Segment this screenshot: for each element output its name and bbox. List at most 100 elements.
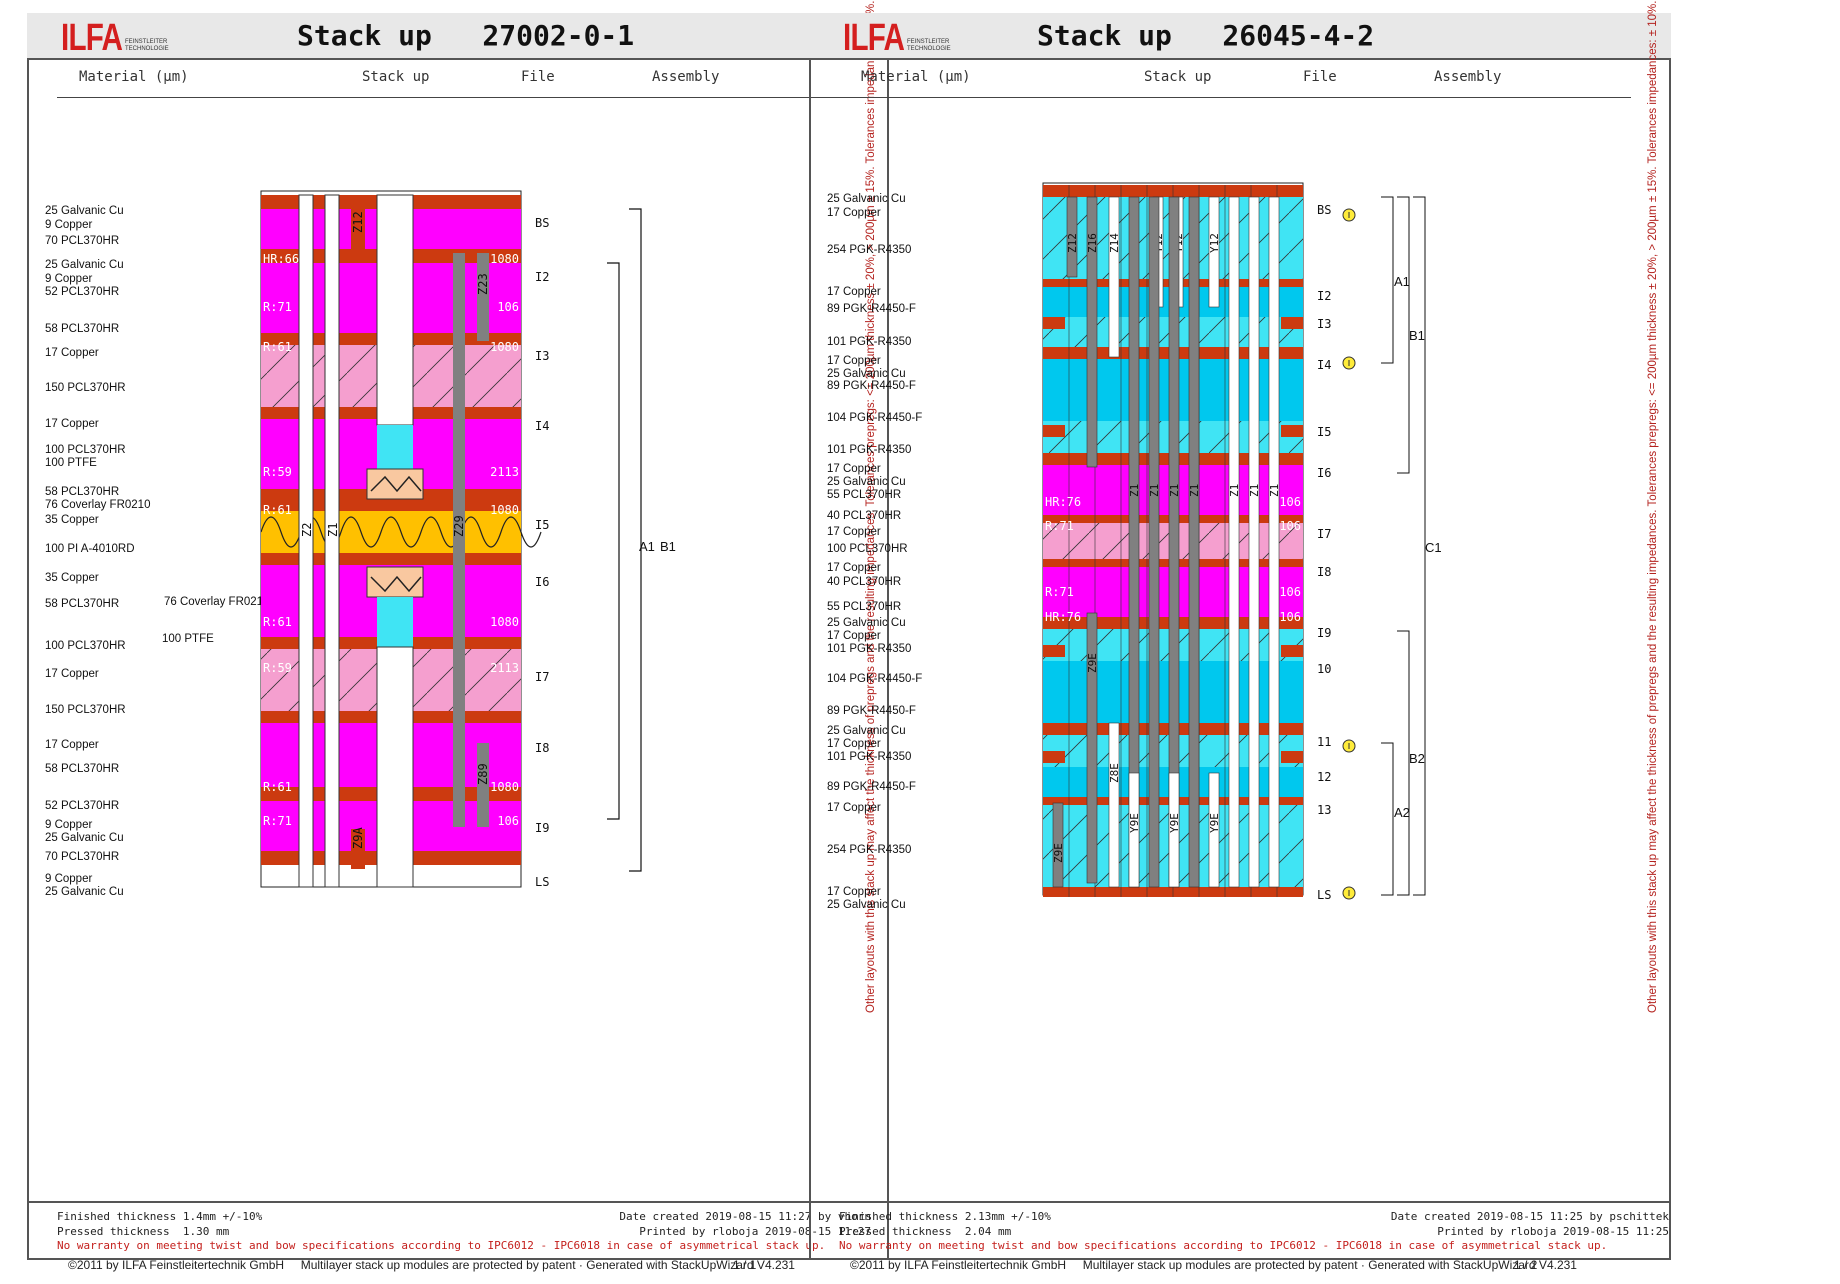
pad-right — [1281, 425, 1303, 437]
resin-value: R:71 — [263, 300, 292, 314]
via-z29 — [453, 253, 465, 827]
resin-value: R:71 — [1045, 519, 1074, 533]
bracket-a1 — [1381, 196, 1394, 364]
finished-thickness: Finished thickness 2.13mm +/-10% — [839, 1210, 1051, 1223]
via-label: Z9E — [1086, 653, 1099, 673]
glass-style: 1080 — [490, 252, 519, 266]
printed-by: Printed by rloboja 2019-08-15 11:25 — [1437, 1225, 1669, 1238]
resin-value: R:71 — [1045, 585, 1074, 599]
cavity-bottom — [376, 646, 414, 888]
glass-style: 106 — [497, 814, 519, 828]
resin-value: HR:66 — [263, 252, 299, 266]
via-z14 — [1108, 196, 1120, 358]
via-label: Y12 — [1208, 233, 1221, 253]
via-z1 — [1188, 196, 1200, 888]
page-number-2: 1 / 2 — [1514, 1258, 1538, 1272]
pad-right — [1281, 317, 1303, 329]
glass-style: 1080 — [490, 503, 519, 517]
resin-value: R:61 — [263, 503, 292, 517]
via-label: Z1 — [326, 523, 340, 537]
via-z1 — [1228, 196, 1240, 888]
pressed-thickness: Pressed thickness 1.30 mm — [57, 1225, 230, 1238]
pad-left — [1043, 645, 1065, 657]
via-label: Z29 — [452, 515, 466, 537]
glass-style: 1080 — [490, 868, 519, 882]
thickness-info: Finished thickness 1.4mm +/-10% Pressed t… — [57, 1209, 262, 1239]
via-z1 — [324, 194, 340, 888]
via-label: Z2 — [300, 523, 314, 537]
via-label: Z1 — [1148, 484, 1161, 497]
via-z1 — [1268, 196, 1280, 888]
resin-value: R:71 — [263, 814, 292, 828]
resin-value: R:61 — [263, 615, 292, 629]
pad-left — [1043, 425, 1065, 437]
via-label: Z12 — [351, 211, 365, 233]
pad-left — [1043, 317, 1065, 329]
finished-thickness: Finished thickness 1.4mm +/-10% — [57, 1210, 263, 1223]
via-z23 — [477, 253, 489, 341]
via-label: Z12 — [1066, 233, 1079, 253]
via-label: Y9E — [1168, 813, 1181, 833]
via-label: Z14 — [1108, 233, 1121, 253]
glass-style: 1080 — [490, 615, 519, 629]
ptfe-bottom — [377, 597, 413, 647]
copyright-1: ©2011 by ILFA Feinstleitertechnik GmbH M… — [68, 1258, 795, 1272]
resin-value: HR:76 — [1045, 610, 1081, 624]
pad-right — [1281, 645, 1303, 657]
via-z1 — [1148, 196, 1160, 888]
via-label: Z16 — [1086, 233, 1099, 253]
warranty-warning: No warranty on meeting twist and bow spe… — [57, 1239, 826, 1252]
bracket-a1 — [607, 262, 620, 820]
glass-style: 2113 — [490, 465, 519, 479]
via-label: Z23 — [476, 273, 490, 295]
bracket-b1 — [1397, 196, 1410, 474]
thickness-info: Finished thickness 2.13mm +/-10% Pressed … — [839, 1209, 1051, 1239]
glass-style: 1080 — [490, 340, 519, 354]
resin-value: R:61 — [263, 340, 292, 354]
glass-style: 106 — [1279, 585, 1301, 599]
glass-style: 1080 — [490, 780, 519, 794]
date-created: Date created 2019-08-15 11:25 by pschitt… — [1390, 1210, 1669, 1223]
stackup-diagram: Z12Z14Z16Y12Y12Y12Z1Z1Z1Z1Z1Z1Z1Z9EZ8EY9… — [1042, 182, 1426, 900]
glass-style: 106 — [1279, 495, 1301, 509]
stackup-page-1: ILFA FEINSTLEITER TECHNOLOGIE Stack up 2… — [27, 1, 889, 1260]
page-footer: Finished thickness 1.4mm +/-10% Pressed t… — [27, 1201, 889, 1260]
glass-style: 2113 — [490, 661, 519, 675]
cavity-top — [376, 194, 414, 426]
via-z8e — [1108, 722, 1120, 888]
via-z1 — [1248, 196, 1260, 888]
via-label: Y9E — [1128, 813, 1141, 833]
layer-stack: Z12 Z23 Z2 Z1 Z29 Z89 Z9A HR:66 R:71 R:61 R:59 R:61… — [260, 190, 642, 888]
via-label: Z1 — [1248, 484, 1261, 497]
stackup-diagram: Z12 Z23 Z2 Z1 Z29 Z89 Z9A HR:66 R:71 R:61 R:59 R:61… — [260, 190, 642, 888]
bracket-a2 — [1381, 742, 1394, 896]
stackup-page-2: ILFA FEINSTLEITER TECHNOLOGIE Stack up 2… — [809, 1, 1671, 1260]
resin-value: R:61 — [263, 780, 292, 794]
via-label: Z1 — [1188, 484, 1201, 497]
date-info: Date created 2019-08-15 11:25 by pschitt… — [1391, 1209, 1669, 1239]
layer-stack: Z12Z14Z16Y12Y12Y12Z1Z1Z1Z1Z1Z1Z1Z9EZ8EY9… — [1042, 182, 1426, 900]
via-label: Y9E — [1208, 813, 1221, 833]
via-label: Z1 — [1128, 484, 1141, 497]
pad-left — [1043, 751, 1065, 763]
glass-style: 106 — [1279, 610, 1301, 624]
page-footer: Finished thickness 2.13mm +/-10% Pressed … — [809, 1201, 1671, 1260]
ptfe-top — [377, 425, 413, 469]
via-label: Z1 — [1168, 484, 1181, 497]
pressed-thickness: Pressed thickness 2.04 mm — [839, 1225, 1012, 1238]
glass-style: 106 — [497, 300, 519, 314]
via-label: Z89 — [476, 763, 490, 785]
via-label: Z8E — [1108, 763, 1121, 783]
resin-value: R:59 — [263, 661, 292, 675]
bracket-b1 — [629, 208, 642, 872]
via-label: Z9E — [1052, 843, 1065, 863]
via-label: Z9A — [351, 827, 365, 849]
resin-value: HR:66 — [263, 868, 299, 882]
bracket-b2 — [1397, 630, 1410, 896]
bracket-c1 — [1413, 196, 1426, 896]
pad-right — [1281, 751, 1303, 763]
resin-value: HR:76 — [1045, 495, 1081, 509]
glass-style: 106 — [1279, 519, 1301, 533]
page-number-1: 1 / 1 — [733, 1258, 757, 1272]
copyright-2: ©2011 by ILFA Feinstleitertechnik GmbH M… — [850, 1258, 1577, 1272]
